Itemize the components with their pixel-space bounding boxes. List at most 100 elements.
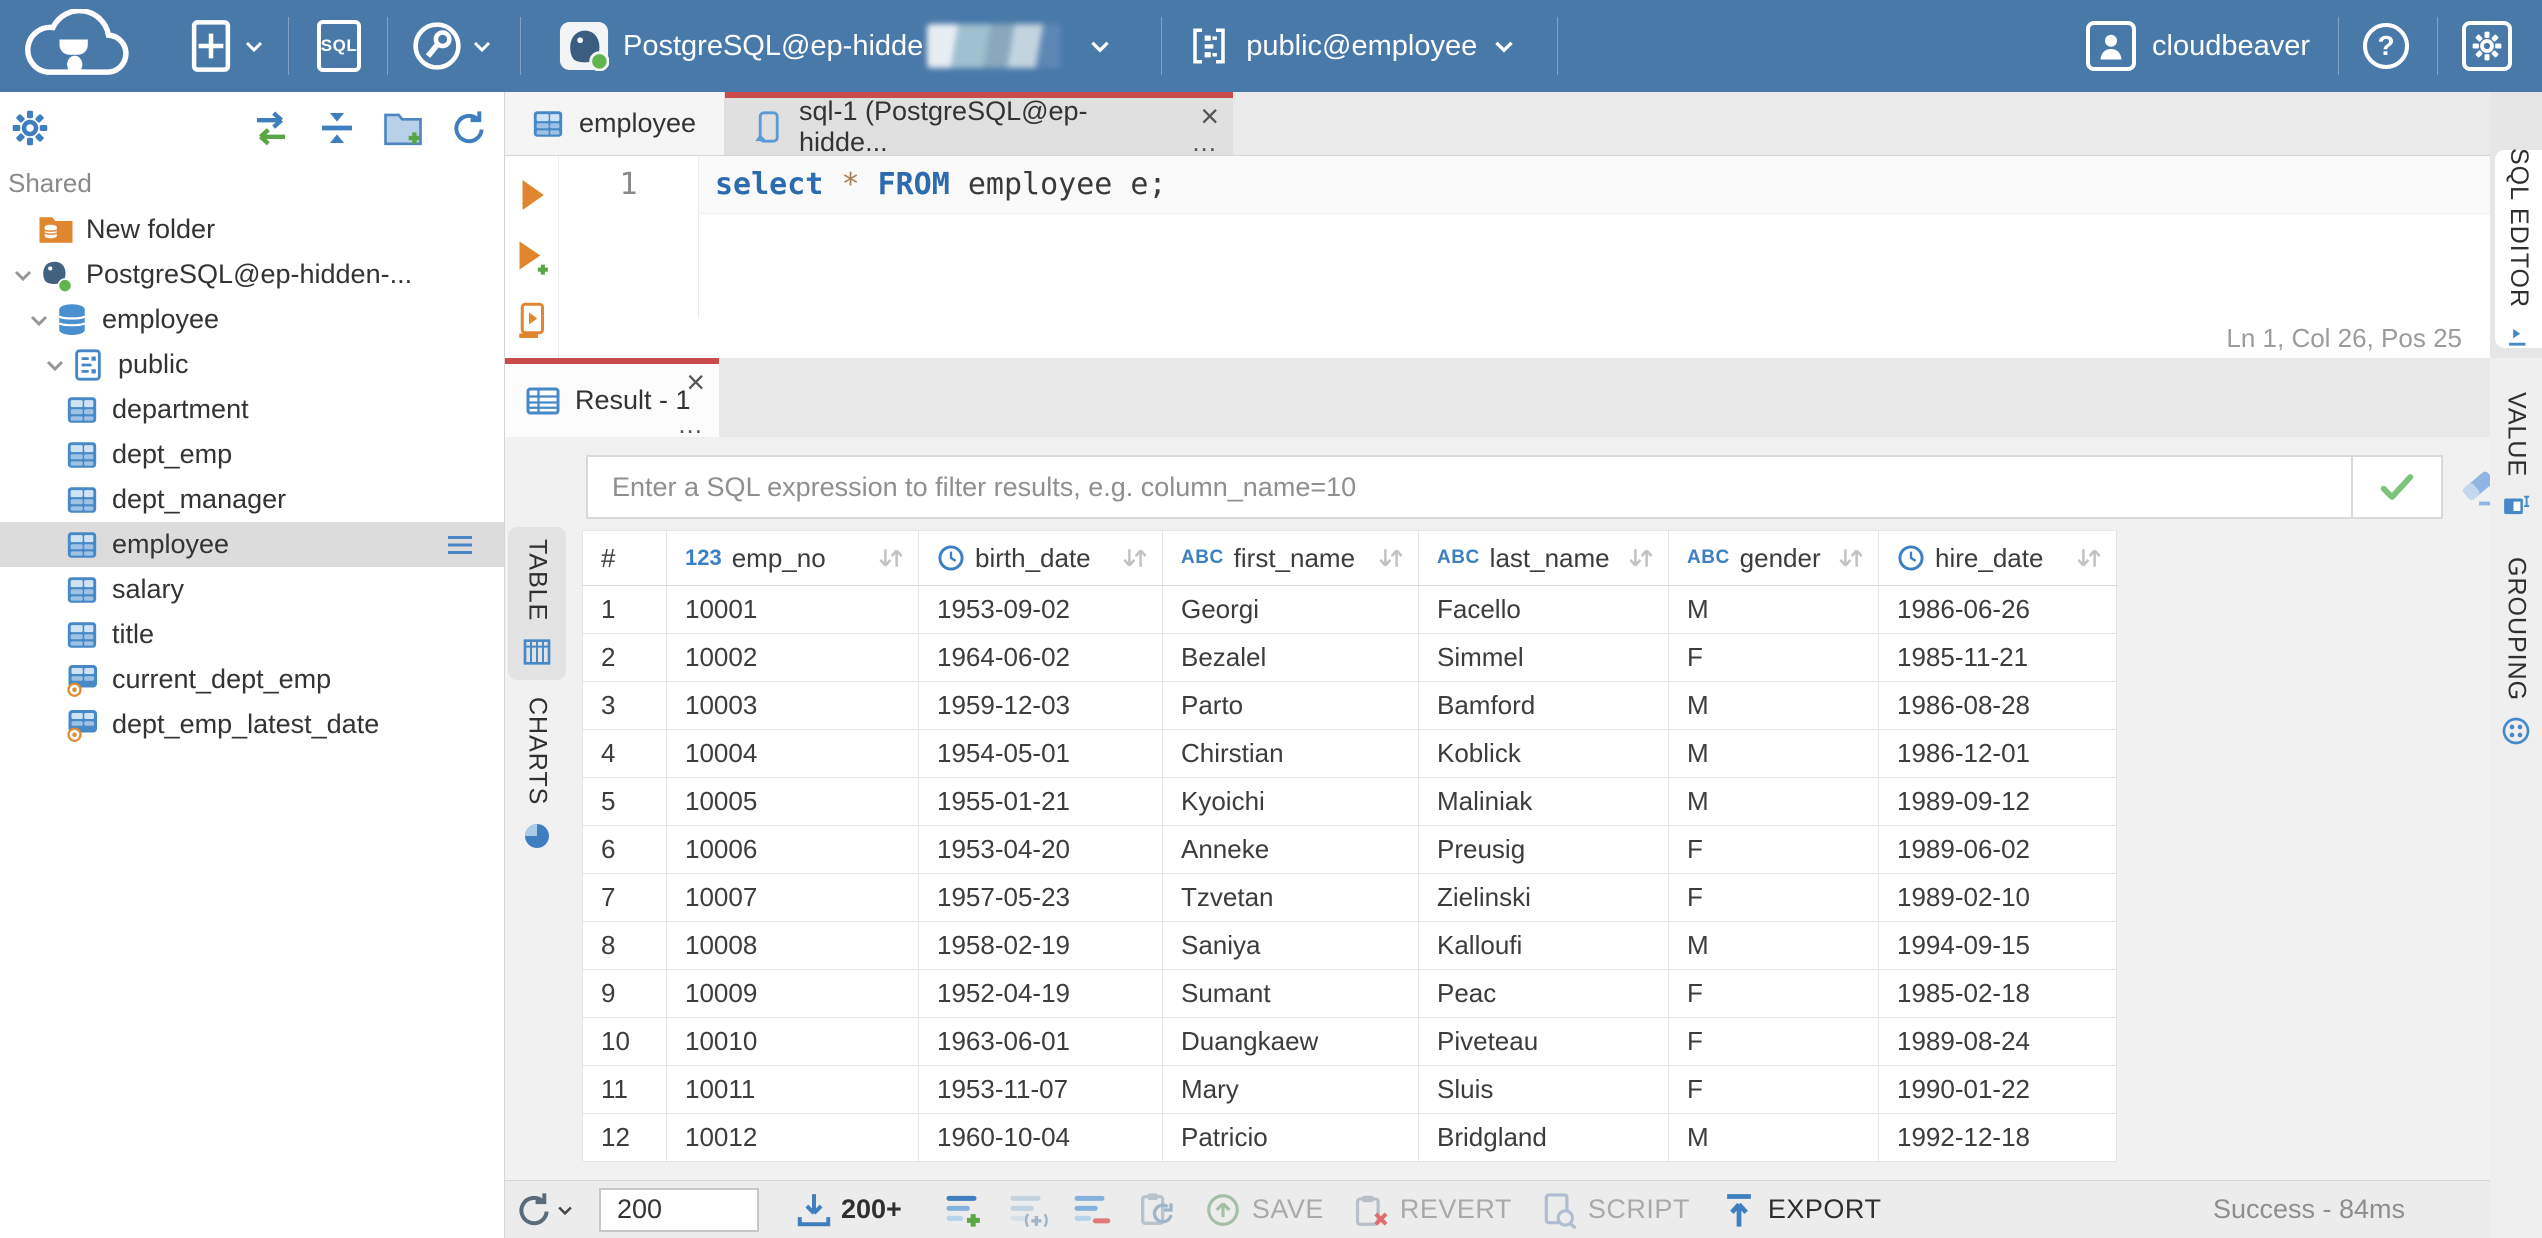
- sort-icon[interactable]: [1626, 543, 1656, 573]
- tab-result-1[interactable]: Result - 1 × ...: [505, 358, 719, 437]
- apply-changes-button[interactable]: [1136, 1190, 1176, 1230]
- collapse-all-icon[interactable]: [318, 109, 356, 147]
- column-header-emp-no[interactable]: 123 emp_no: [666, 530, 919, 586]
- sort-icon[interactable]: [876, 543, 906, 573]
- duplicate-row-button[interactable]: [1008, 1190, 1048, 1230]
- table-row[interactable]: 7 10007 1957-05-23 Tzvetan Zielinski F 1989-02…: [582, 873, 2117, 922]
- refresh-tree-icon[interactable]: [450, 109, 488, 147]
- new-connection-button[interactable]: [184, 19, 266, 73]
- row-limit-input[interactable]: [599, 1187, 759, 1232]
- apply-filter-button[interactable]: [2351, 455, 2443, 519]
- connection-selector[interactable]: PostgreSQL@ep-hidde: [559, 21, 1113, 71]
- sql-editor-button[interactable]: SQL: [317, 20, 361, 72]
- tab-label: employee: [579, 108, 697, 138]
- tree-item-table-department[interactable]: department: [0, 387, 504, 432]
- tab-table-view[interactable]: TABLE: [508, 527, 566, 680]
- revert-button[interactable]: REVERT: [1352, 1191, 1512, 1229]
- vertical-tab-label: GROUPING: [2502, 557, 2531, 702]
- help-button[interactable]: ?: [2363, 23, 2409, 69]
- tree-item-table-title[interactable]: title: [0, 612, 504, 657]
- execute-query-button[interactable]: [513, 176, 551, 214]
- chevron-down-icon: [1087, 33, 1113, 59]
- table-row[interactable]: 9 10009 1952-04-19 Sumant Peac F 1985-02-18: [582, 969, 2117, 1018]
- postgresql-icon: [38, 256, 74, 294]
- fetch-more-button[interactable]: 200+: [795, 1191, 902, 1229]
- schema-selector[interactable]: public@employee: [1188, 25, 1517, 67]
- tab-grouping-panel[interactable]: GROUPING: [2500, 557, 2532, 747]
- chevron-down-icon[interactable]: [40, 353, 70, 377]
- sort-icon[interactable]: [1376, 543, 1406, 573]
- tree-item-table-dept-emp[interactable]: dept_emp: [0, 432, 504, 477]
- tab-employee[interactable]: employee: [505, 92, 725, 155]
- tree-item-new-folder[interactable]: New folder: [0, 207, 504, 252]
- tree-item-view-dept-emp-latest-date[interactable]: dept_emp_latest_date: [0, 702, 504, 747]
- table-row[interactable]: 12 10012 1960-10-04 Patricio Bridgland M 1992-…: [582, 1113, 2117, 1162]
- more-icon[interactable]: ...: [678, 411, 703, 437]
- tab-sql-editor-vertical[interactable]: SQL EDITOR: [2495, 148, 2542, 350]
- settings-button[interactable]: [2462, 21, 2512, 71]
- tree-item-table-employee-selected[interactable]: employee: [0, 522, 504, 567]
- new-folder-icon[interactable]: [382, 107, 424, 149]
- link-editor-icon[interactable]: [250, 107, 292, 149]
- execute-new-tab-button[interactable]: [512, 238, 552, 278]
- tree-item-schema-public[interactable]: public: [0, 342, 504, 387]
- driver-tools-button[interactable]: [410, 19, 494, 73]
- column-header-hire-date[interactable]: hire_date: [1878, 530, 2117, 586]
- column-header-last-name[interactable]: ABC last_name: [1418, 530, 1669, 586]
- more-icon[interactable]: ...: [1192, 129, 1217, 155]
- sql-editor: 1 select * FROM employee e; Ln 1, Col 26…: [505, 156, 2490, 358]
- tab-charts-view[interactable]: CHARTS: [508, 692, 566, 857]
- schema-icon: [70, 348, 106, 382]
- sidebar-settings-gear-icon[interactable]: [12, 110, 48, 146]
- table-row[interactable]: 6 10006 1953-04-20 Anneke Preusig F 1989-06-02: [582, 825, 2117, 874]
- chevron-down-icon[interactable]: [8, 263, 38, 287]
- view-icon: [64, 662, 100, 698]
- table-row[interactable]: 2 10002 1964-06-02 Bezalel Simmel F 1985-11-21: [582, 633, 2117, 682]
- add-row-button[interactable]: [944, 1190, 984, 1230]
- table-row[interactable]: 10 10010 1963-06-01 Duangkaew Piveteau F 1989-…: [582, 1017, 2117, 1066]
- cloudbeaver-app: SQL PostgreSQL@ep-hidde public@employee: [0, 0, 2542, 1238]
- table-row[interactable]: 5 10005 1955-01-21 Kyoichi Maliniak M 1989-09-…: [582, 777, 2117, 826]
- table-icon: [64, 573, 100, 607]
- table-row[interactable]: 11 10011 1953-11-07 Mary Sluis F 1990-01-22: [582, 1065, 2117, 1114]
- sort-ic[interactable]: [2074, 543, 2104, 573]
- user-menu[interactable]: cloudbeaver: [2086, 21, 2310, 71]
- refresh-results-button[interactable]: [515, 1191, 575, 1229]
- sql-statement[interactable]: select * FROM employee e;: [699, 156, 2490, 213]
- tree-item-label: dept_emp: [112, 439, 233, 469]
- code-area[interactable]: 1 select * FROM employee e;: [559, 156, 2490, 318]
- divider: [1161, 17, 1163, 75]
- divider: [1557, 17, 1559, 75]
- execute-script-button[interactable]: [514, 302, 550, 338]
- tree-item-table-salary[interactable]: salary: [0, 567, 504, 612]
- delete-row-button[interactable]: [1072, 1190, 1112, 1230]
- table-row[interactable]: 1 10001 1953-09-02 Georgi Facello M 1986-06-26: [582, 585, 2117, 634]
- filter-input[interactable]: [586, 455, 2351, 519]
- table-row[interactable]: 8 10008 1958-02-19 Saniya Kalloufi M 1994-09-1…: [582, 921, 2117, 970]
- tree-item-connection[interactable]: PostgreSQL@ep-hidden-...: [0, 252, 504, 297]
- chevron-down-icon[interactable]: [24, 308, 54, 332]
- sql-editor-mini-icon: [2505, 322, 2533, 350]
- sort-icon[interactable]: [1120, 543, 1150, 573]
- column-header-birth-date[interactable]: birth_date: [918, 530, 1163, 586]
- column-header-index[interactable]: #: [582, 530, 667, 586]
- column-header-first-name[interactable]: ABC first_name: [1162, 530, 1419, 586]
- table-row[interactable]: 3 10003 1959-12-03 Parto Bamford M 1986-08-28: [582, 681, 2117, 730]
- schema-icon: [1188, 25, 1230, 67]
- result-tab-bar: Result - 1 × ...: [505, 358, 2490, 437]
- connection-name: PostgreSQL@ep-hidde: [623, 29, 924, 62]
- tree-item-menu-icon[interactable]: [442, 527, 478, 563]
- save-button[interactable]: SAVE: [1204, 1191, 1324, 1229]
- tree-item-table-dept-manager[interactable]: dept_manager: [0, 477, 504, 522]
- tab-value-panel[interactable]: VALUE: [2501, 392, 2531, 521]
- close-icon[interactable]: ×: [686, 366, 705, 398]
- export-button[interactable]: EXPORT: [1720, 1191, 1882, 1229]
- tab-sql-editor[interactable]: sql-1 (PostgreSQL@ep-hidde... × ...: [725, 92, 1233, 157]
- tree-item-view-current-dept-emp[interactable]: current_dept_emp: [0, 657, 504, 702]
- script-button[interactable]: SCRIPT: [1540, 1191, 1690, 1229]
- filter-bar: [586, 455, 2443, 519]
- table-row[interactable]: 4 10004 1954-05-01 Chirstian Koblick M 1986-12…: [582, 729, 2117, 778]
- column-header-gender[interactable]: ABC gender: [1668, 530, 1879, 586]
- sort-icon[interactable]: [1836, 543, 1866, 573]
- tree-item-database-employee[interactable]: employee: [0, 297, 504, 342]
